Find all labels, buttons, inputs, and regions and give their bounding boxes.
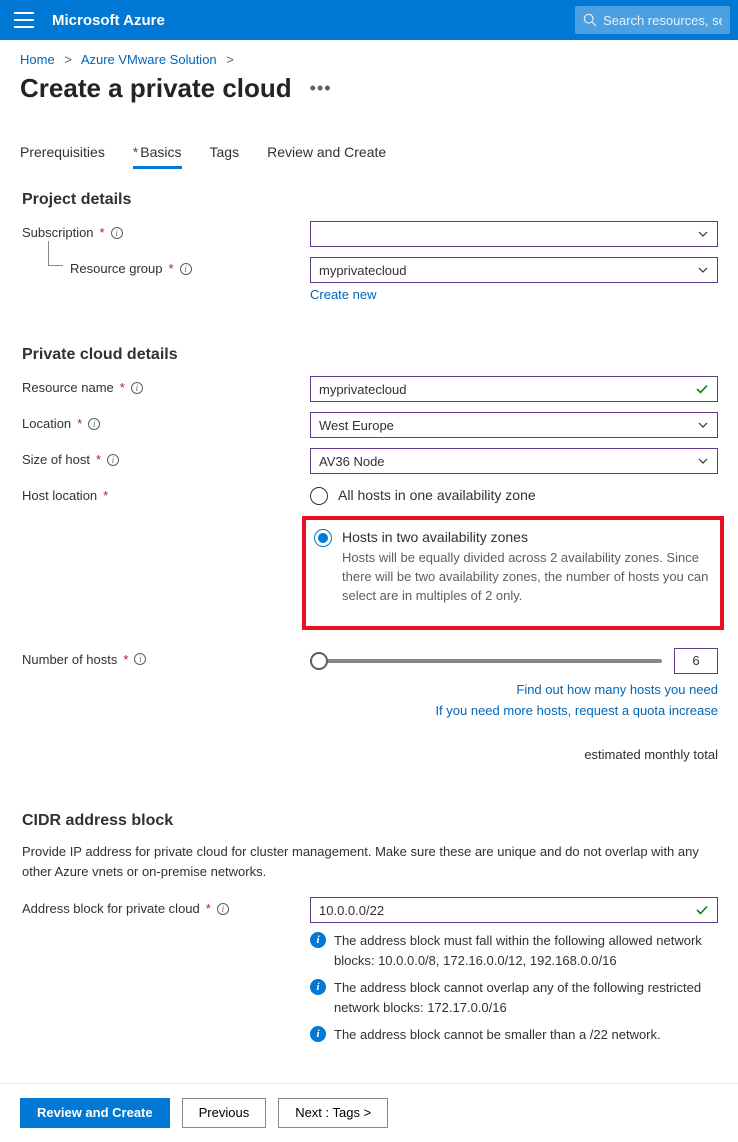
- footer: Review and Create Previous Next : Tags >: [0, 1083, 738, 1142]
- size-select[interactable]: AV36 Node: [310, 448, 718, 474]
- host-location-label: Host location*: [22, 484, 310, 503]
- num-hosts-label: Number of hosts* i: [22, 648, 310, 667]
- num-hosts-slider[interactable]: [310, 652, 662, 670]
- more-icon[interactable]: •••: [310, 78, 332, 99]
- radio-icon: [310, 487, 328, 505]
- tab-basics[interactable]: *Basics: [133, 144, 182, 169]
- search-input[interactable]: Search resources, ser: [575, 6, 730, 34]
- menu-icon[interactable]: [14, 12, 34, 28]
- location-select[interactable]: West Europe: [310, 412, 718, 438]
- cidr-description: Provide IP address for private cloud for…: [22, 842, 718, 881]
- section-cloud-heading: Private cloud details: [22, 346, 718, 364]
- info-icon[interactable]: i: [134, 653, 146, 665]
- chevron-right-icon: >: [226, 52, 234, 67]
- search-placeholder: Search resources, ser: [603, 13, 722, 28]
- tab-review[interactable]: Review and Create: [267, 144, 386, 169]
- resource-name-label: Resource name* i: [22, 376, 310, 395]
- info-icon[interactable]: i: [131, 382, 143, 394]
- info-icon: i: [310, 1026, 326, 1042]
- link-quota-increase[interactable]: If you need more hosts, request a quota …: [310, 701, 718, 722]
- location-label: Location* i: [22, 412, 310, 431]
- chevron-right-icon: >: [64, 52, 72, 67]
- section-project-heading: Project details: [22, 191, 718, 209]
- num-hosts-value[interactable]: 6: [674, 648, 718, 674]
- info-icon[interactable]: i: [111, 227, 123, 239]
- info-icon[interactable]: i: [217, 903, 229, 915]
- resource-group-label: Resource group* i: [22, 257, 310, 276]
- breadcrumb: Home > Azure VMware Solution >: [0, 40, 738, 73]
- radio-two-az[interactable]: Hosts in two availability zones Hosts wi…: [314, 526, 712, 608]
- create-new-link[interactable]: Create new: [310, 287, 376, 302]
- chevron-down-icon: [697, 264, 709, 276]
- resource-name-input[interactable]: myprivatecloud: [310, 376, 718, 402]
- tabs: Prerequisities *Basics Tags Review and C…: [0, 144, 738, 169]
- radio-single-az[interactable]: All hosts in one availability zone: [310, 484, 718, 508]
- chevron-down-icon: [697, 455, 709, 467]
- brand-label: Microsoft Azure: [52, 12, 165, 29]
- link-hosts-needed[interactable]: Find out how many hosts you need: [310, 680, 718, 701]
- chevron-down-icon: [697, 228, 709, 240]
- info-allowed-blocks: i The address block must fall within the…: [310, 931, 718, 970]
- address-block-label: Address block for private cloud* i: [22, 897, 310, 916]
- subscription-select[interactable]: [310, 221, 718, 247]
- info-icon: i: [310, 979, 326, 995]
- check-icon: [695, 382, 709, 396]
- info-icon: i: [310, 932, 326, 948]
- radio-checked-icon: [314, 529, 332, 547]
- slider-thumb[interactable]: [310, 652, 328, 670]
- size-label: Size of host* i: [22, 448, 310, 467]
- previous-button[interactable]: Previous: [182, 1098, 267, 1128]
- check-icon: [695, 903, 709, 917]
- info-icon[interactable]: i: [88, 418, 100, 430]
- info-icon[interactable]: i: [107, 454, 119, 466]
- info-restricted-blocks: i The address block cannot overlap any o…: [310, 978, 718, 1017]
- title-row: Create a private cloud •••: [0, 73, 738, 122]
- page-title: Create a private cloud: [20, 73, 292, 104]
- review-create-button[interactable]: Review and Create: [20, 1098, 170, 1128]
- search-icon: [583, 13, 597, 27]
- tab-prerequisities[interactable]: Prerequisities: [20, 144, 105, 169]
- subscription-label: Subscription* i: [22, 221, 310, 240]
- breadcrumb-home[interactable]: Home: [20, 52, 55, 67]
- tab-tags[interactable]: Tags: [210, 144, 240, 169]
- estimated-total-label: estimated monthly total: [310, 747, 718, 762]
- top-bar: Microsoft Azure Search resources, ser: [0, 0, 738, 40]
- highlighted-option: Hosts in two availability zones Hosts wi…: [302, 516, 724, 630]
- info-min-size: i The address block cannot be smaller th…: [310, 1025, 718, 1045]
- chevron-down-icon: [697, 419, 709, 431]
- breadcrumb-section[interactable]: Azure VMware Solution: [81, 52, 217, 67]
- address-block-input[interactable]: 10.0.0.0/22: [310, 897, 718, 923]
- section-cidr-heading: CIDR address block: [22, 812, 718, 830]
- next-button[interactable]: Next : Tags >: [278, 1098, 388, 1128]
- info-icon[interactable]: i: [180, 263, 192, 275]
- resource-group-select[interactable]: myprivatecloud: [310, 257, 718, 283]
